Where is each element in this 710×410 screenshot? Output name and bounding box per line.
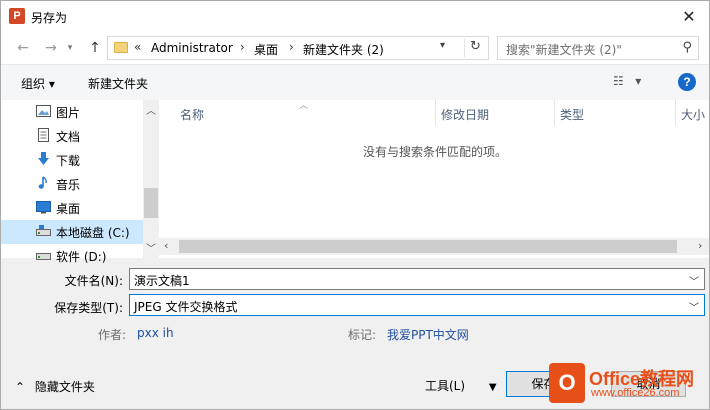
tools-menu[interactable]: 工具(L) ▼ <box>425 377 497 394</box>
sidebar-item-label: 下载 <box>56 154 81 168</box>
column-header-size[interactable]: 大小 <box>681 106 705 123</box>
breadcrumb-administrator[interactable]: Administrator <box>151 41 233 55</box>
close-button[interactable]: ✕ <box>667 1 709 32</box>
save-as-dialog: P 另存为 ✕ ← → ▾ ↑ « Administrator › 桌面 › 新… <box>0 0 710 410</box>
sidebar-item-desktop[interactable]: 桌面 <box>1 196 143 220</box>
column-header-type[interactable]: 类型 <box>560 106 584 123</box>
chevron-down-icon: ▼ <box>488 382 497 393</box>
horizontal-scrollbar[interactable]: ‹ › <box>159 238 709 255</box>
new-folder-button[interactable]: 新建文件夹 <box>88 75 148 92</box>
column-divider[interactable] <box>435 100 436 126</box>
chevron-down-icon: ▾ <box>67 43 73 53</box>
hide-folders-label: 隐藏文件夹 <box>34 380 95 394</box>
chevron-down-icon[interactable]: ﹀ <box>689 273 699 288</box>
breadcrumb-separator-icon[interactable]: › <box>289 40 294 54</box>
hide-folders-toggle[interactable]: ⌃ 隐藏文件夹 <box>15 378 95 395</box>
breadcrumb-current-folder[interactable]: 新建文件夹 (2) <box>303 41 384 58</box>
overflow-chevron-icon[interactable]: « <box>134 40 141 54</box>
help-button[interactable]: ? <box>678 73 696 91</box>
navigation-pane: 图片 文档 下载 音乐 桌面 本地磁盘 (C:) 软件 (D:) ︿ ﹀ <box>1 100 159 264</box>
drive-icon <box>36 225 51 236</box>
author-value[interactable]: pxx ih <box>137 326 174 340</box>
navigation-bar: ← → ▾ ↑ « Administrator › 桌面 › 新建文件夹 (2)… <box>1 32 709 64</box>
column-divider[interactable] <box>675 100 676 126</box>
filename-input[interactable]: 演示文稿1 <box>134 272 190 289</box>
sidebar-item-label: 图片 <box>56 106 81 120</box>
back-arrow-icon: ← <box>17 40 29 56</box>
documents-icon <box>38 128 49 142</box>
sidebar-item-music[interactable]: 音乐 <box>1 172 143 196</box>
downloads-icon <box>38 152 49 165</box>
tools-label: 工具(L) <box>425 379 466 393</box>
filename-label: 文件名(N): <box>64 274 123 288</box>
watermark-url: www.office26.com <box>591 387 680 399</box>
horizontal-scroll-thumb[interactable] <box>179 240 677 253</box>
forward-arrow-icon: → <box>45 40 57 56</box>
file-list-pane: ︿ 名称 修改日期 类型 大小 没有与搜索条件匹配的项。 ‹ › <box>159 100 709 258</box>
filetype-select[interactable]: JPEG 文件交换格式 ﹀ <box>129 294 705 316</box>
sidebar-item-local-disk-c[interactable]: 本地磁盘 (C:) <box>1 220 143 244</box>
column-header-date-modified[interactable]: 修改日期 <box>441 106 489 123</box>
column-divider[interactable] <box>554 100 555 126</box>
breadcrumb-separator-icon[interactable]: › <box>240 40 245 54</box>
filetype-value[interactable]: JPEG 文件交换格式 <box>134 298 237 315</box>
up-button[interactable]: ↑ <box>85 38 105 58</box>
address-dropdown-icon[interactable]: ▾ <box>440 40 445 51</box>
sidebar-item-label: 软件 (D:) <box>56 250 107 264</box>
folder-icon <box>114 42 128 53</box>
pictures-icon <box>36 105 51 117</box>
up-arrow-icon: ↑ <box>89 40 101 56</box>
sidebar-scroll-thumb[interactable] <box>144 188 158 218</box>
sidebar-item-documents[interactable]: 文档 <box>1 124 143 148</box>
organize-menu[interactable]: 组织 ▾ <box>21 75 55 92</box>
search-input[interactable]: 搜索"新建文件夹 (2)" <box>506 41 622 58</box>
sidebar-item-pictures[interactable]: 图片 <box>1 100 143 124</box>
powerpoint-icon: P <box>9 8 25 24</box>
scroll-up-icon[interactable]: ︿ <box>146 102 156 117</box>
title-bar: P 另存为 ✕ <box>1 1 709 32</box>
tags-label: 标记: <box>348 328 377 342</box>
empty-results-message: 没有与搜索条件匹配的项。 <box>362 145 507 159</box>
scroll-left-icon[interactable]: ‹ <box>164 239 168 252</box>
author-label: 作者: <box>98 328 127 342</box>
search-box[interactable]: 搜索"新建文件夹 (2)" ⚲ <box>497 36 699 60</box>
scroll-down-icon[interactable]: ﹀ <box>146 240 156 255</box>
address-bar[interactable]: « Administrator › 桌面 › 新建文件夹 (2) ▾ ↻ <box>107 36 489 60</box>
sidebar-item-label: 桌面 <box>56 202 81 216</box>
back-button[interactable]: ← <box>13 38 33 58</box>
breadcrumb-desktop[interactable]: 桌面 <box>254 41 278 58</box>
sidebar-item-software-d[interactable]: 软件 (D:) <box>1 244 143 268</box>
sidebar-scrollbar[interactable]: ︿ ﹀ <box>143 100 159 258</box>
column-header-name[interactable]: 名称 <box>180 106 204 123</box>
refresh-icon: ↻ <box>470 39 481 54</box>
refresh-button[interactable]: ↻ <box>464 39 486 57</box>
filetype-label: 保存类型(T): <box>54 301 123 315</box>
recent-locations-dropdown[interactable]: ▾ <box>63 38 77 58</box>
scroll-right-icon[interactable]: › <box>698 239 702 252</box>
office-logo-icon: O <box>549 363 585 403</box>
forward-button[interactable]: → <box>41 38 61 58</box>
chevron-down-icon: ▾ <box>635 74 642 88</box>
music-icon <box>38 176 47 189</box>
command-bar: 组织 ▾ 新建文件夹 ☷ ▾ ? <box>1 64 709 100</box>
sort-ascending-icon: ︿ <box>299 101 309 111</box>
view-options-button[interactable]: ☷ ▾ <box>613 74 641 88</box>
filename-field[interactable]: 演示文稿1 ﹀ <box>129 268 705 290</box>
sidebar-item-label: 文档 <box>56 130 81 144</box>
view-list-icon: ☷ <box>613 74 624 88</box>
search-icon[interactable]: ⚲ <box>682 40 692 55</box>
site-watermark: O Office教程网 www.office26.com <box>549 363 707 407</box>
dialog-title: 另存为 <box>31 11 68 25</box>
chevron-up-icon: ⌃ <box>15 380 26 394</box>
close-icon: ✕ <box>682 7 696 26</box>
tags-value[interactable]: 我爱PPT中文网 <box>387 326 469 343</box>
sidebar-item-label: 音乐 <box>56 178 81 192</box>
drive-icon <box>36 253 51 260</box>
sidebar-item-label: 本地磁盘 (C:) <box>56 226 130 240</box>
sidebar-item-downloads[interactable]: 下载 <box>1 148 143 172</box>
chevron-down-icon[interactable]: ﹀ <box>689 299 699 314</box>
desktop-icon <box>36 201 51 214</box>
